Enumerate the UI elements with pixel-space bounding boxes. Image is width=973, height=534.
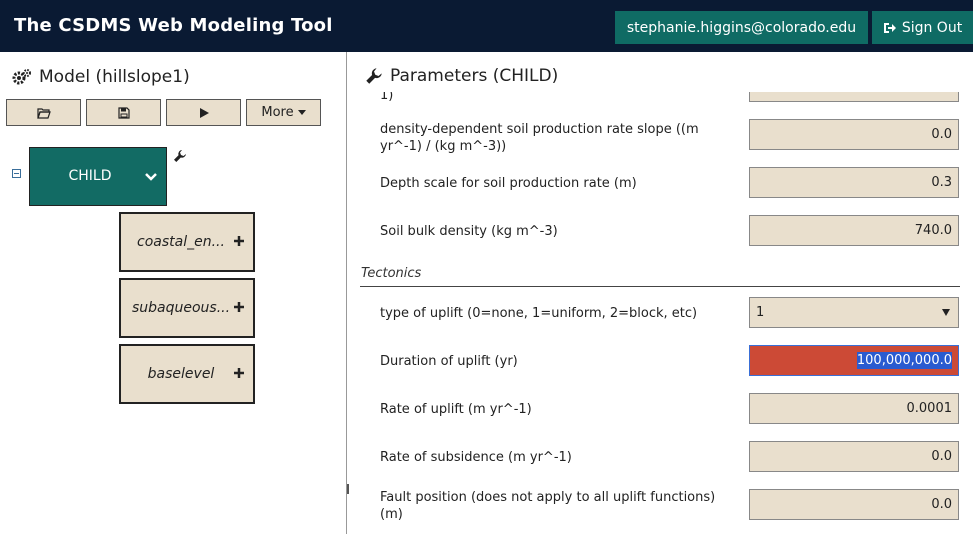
- open-model-button[interactable]: [6, 99, 81, 126]
- component-node-subaqueous[interactable]: subaqueous...: [119, 278, 255, 338]
- collapse-tree-icon[interactable]: [12, 169, 21, 178]
- caret-down-icon: [297, 109, 306, 115]
- component-node-baselevel[interactable]: baselevel: [119, 344, 255, 404]
- uplift-type-select[interactable]: 1: [749, 297, 959, 328]
- uplift-rate-input[interactable]: 0.0001: [749, 393, 959, 424]
- parameters-title: Parameters (CHILD): [390, 66, 559, 86]
- model-header: Model (hillslope1): [12, 67, 190, 87]
- sign-out-icon: [883, 22, 896, 33]
- parameters-header: Parameters (CHILD): [365, 66, 558, 86]
- parameters-scroll-area[interactable]: 1) 0.00000 density-dependent soil produc…: [347, 92, 973, 534]
- component-node-coastal[interactable]: coastal_en...: [119, 212, 255, 272]
- gears-icon: [12, 69, 31, 85]
- play-icon: [199, 107, 209, 118]
- select-value: 1: [756, 305, 765, 320]
- component-label: subaqueous...: [131, 300, 231, 316]
- plus-icon[interactable]: [233, 301, 245, 313]
- soil-production-slope-input[interactable]: 0.0: [749, 119, 959, 150]
- param-label: Fault position (does not apply to all up…: [380, 490, 716, 522]
- param-label: type of uplift (0=none, 1=uniform, 2=blo…: [380, 306, 698, 321]
- component-label: baselevel: [147, 366, 215, 382]
- sign-out-label: Sign Out: [901, 19, 963, 36]
- user-email-button[interactable]: stephanie.higgins@colorado.edu: [615, 11, 868, 44]
- component-node-child[interactable]: CHILD: [29, 147, 167, 206]
- selected-text: 100,000,000.0: [856, 352, 952, 369]
- section-divider: [360, 286, 960, 287]
- plus-icon[interactable]: [233, 367, 245, 379]
- param-label: Rate of subsidence (m yr^-1): [380, 450, 572, 465]
- param-label: 1): [380, 92, 394, 103]
- soil-bulk-density-input[interactable]: 740.0: [749, 215, 959, 246]
- param-input[interactable]: 0.00000: [749, 92, 959, 102]
- sign-out-button[interactable]: Sign Out: [872, 11, 973, 44]
- param-label: Depth scale for soil production rate (m): [380, 176, 637, 191]
- chevron-down-icon[interactable]: [144, 170, 158, 184]
- subsidence-rate-input[interactable]: 0.0: [749, 441, 959, 472]
- wrench-icon: [366, 68, 382, 84]
- section-title-tectonics: Tectonics: [361, 266, 422, 281]
- save-model-button[interactable]: [86, 99, 161, 126]
- wrench-icon[interactable]: [173, 149, 187, 163]
- param-label: density-dependent soil production rate s…: [380, 122, 699, 154]
- more-menu-button[interactable]: More: [246, 99, 321, 126]
- more-label: More: [261, 105, 294, 120]
- uplift-duration-input[interactable]: 100,000,000.0: [749, 345, 959, 376]
- folder-open-icon: [36, 107, 51, 119]
- soil-production-depth-input[interactable]: 0.3: [749, 167, 959, 198]
- model-panel: Model (hillslope1) More CHILD coastal_en…: [0, 52, 346, 534]
- parameters-panel: Parameters (CHILD) 1) 0.00000 density-de…: [347, 52, 973, 534]
- fault-position-input[interactable]: 0.0: [749, 489, 959, 520]
- top-bar: The CSDMS Web Modeling Tool stephanie.hi…: [0, 0, 973, 52]
- plus-icon[interactable]: [233, 235, 245, 247]
- component-label: CHILD: [68, 168, 112, 184]
- param-label: Soil bulk density (kg m^-3): [380, 224, 558, 239]
- model-title: Model (hillslope1): [39, 67, 190, 87]
- param-label: Rate of uplift (m yr^-1): [380, 402, 532, 417]
- caret-down-icon: [942, 309, 950, 316]
- run-model-button[interactable]: [166, 99, 241, 126]
- component-label: coastal_en...: [137, 234, 225, 250]
- app-title: The CSDMS Web Modeling Tool: [14, 15, 333, 36]
- param-label: Duration of uplift (yr): [380, 354, 518, 369]
- floppy-disk-icon: [117, 106, 130, 119]
